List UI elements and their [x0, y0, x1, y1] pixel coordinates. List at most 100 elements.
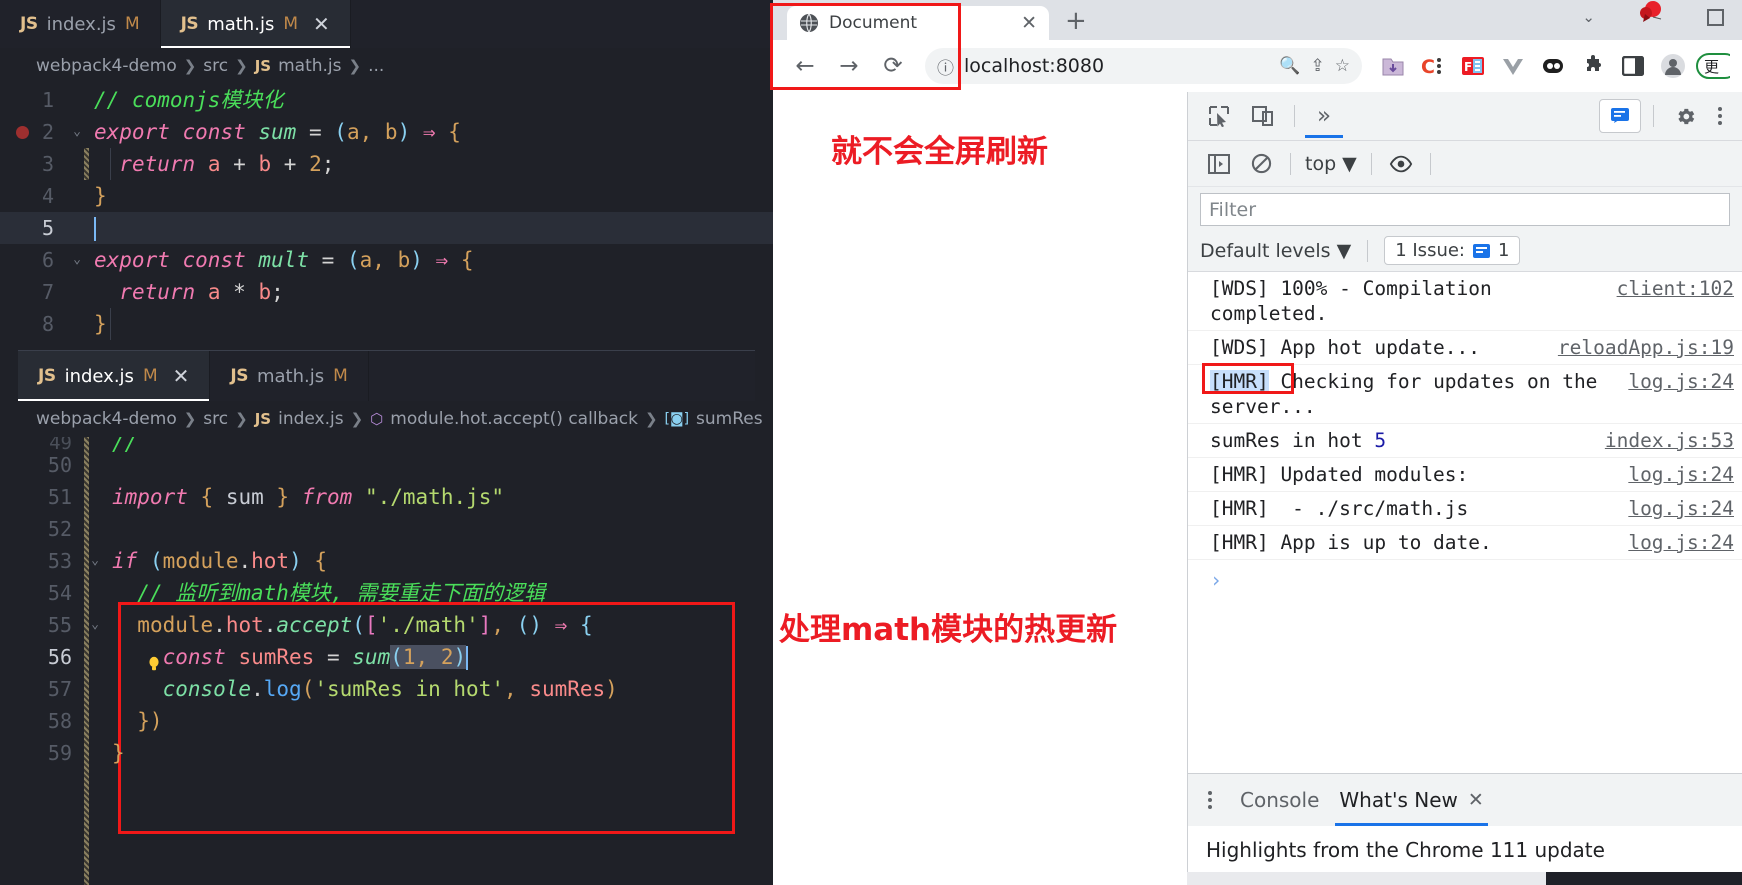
- message-source-link[interactable]: log.js:24: [1628, 496, 1734, 521]
- screen-root: JS index.js M JS math.js M ✕ webpack4-de…: [0, 0, 1742, 885]
- vue-devtools-icon[interactable]: [1496, 49, 1530, 83]
- profile-pill-icon[interactable]: 更: [1696, 49, 1730, 83]
- line-number: 2: [41, 120, 54, 144]
- close-icon[interactable]: ✕: [173, 366, 190, 386]
- extensions-puzzle-icon[interactable]: [1576, 49, 1610, 83]
- code-line: 58 }): [18, 705, 755, 737]
- download-folder-icon[interactable]: [1376, 49, 1410, 83]
- chevron-right-icon: ❯: [644, 410, 658, 428]
- breadcrumb-item[interactable]: index.js: [278, 409, 344, 429]
- console-message[interactable]: [WDS] 100% - Compilation completed. clie…: [1188, 272, 1742, 331]
- breadcrumb-item[interactable]: sumRes: [696, 409, 763, 429]
- code-line: 57 console.log('sumRes in hot', sumRes): [18, 673, 755, 705]
- message-source-link[interactable]: client:102: [1617, 276, 1734, 301]
- editor-tab-math-js[interactable]: JS math.js M ✕: [160, 0, 351, 48]
- close-icon[interactable]: ✕: [313, 14, 330, 34]
- gear-icon[interactable]: [1666, 99, 1704, 133]
- page-annotation-text: 就不会全屏刷新: [831, 134, 1048, 170]
- console-message[interactable]: sumRes in hot 5 index.js:53: [1188, 424, 1742, 458]
- breadcrumb-upper: webpack4-demo ❯ src ❯ JS math.js ❯ ...: [0, 48, 773, 84]
- new-tab-button[interactable]: +: [1065, 6, 1087, 36]
- fold-chevron-icon[interactable]: ⌄: [66, 116, 88, 148]
- dark-reader-icon[interactable]: [1536, 49, 1570, 83]
- more-panels-button[interactable]: »: [1304, 103, 1344, 138]
- line-number: 1: [41, 88, 54, 112]
- editor-tab-math-js-lower[interactable]: JS math.js M: [210, 351, 369, 401]
- breadcrumb-item[interactable]: webpack4-demo: [36, 56, 177, 76]
- chat-bubble-icon[interactable]: [1599, 99, 1641, 133]
- breadcrumb-item[interactable]: module.hot.accept() callback: [390, 409, 638, 429]
- breadcrumb-item[interactable]: src: [203, 56, 228, 76]
- fold-chevron-icon[interactable]: ⌄: [84, 545, 106, 577]
- profile-avatar-icon[interactable]: [1656, 49, 1690, 83]
- share-icon[interactable]: ⇪: [1311, 56, 1325, 76]
- line-number: 55: [47, 613, 72, 637]
- chevron-right-icon: ❯: [235, 57, 248, 75]
- filter-row: Filter: [1188, 187, 1742, 230]
- side-panel-icon[interactable]: [1616, 49, 1650, 83]
- message-source-link[interactable]: log.js:24: [1628, 530, 1734, 555]
- chevron-down-icon[interactable]: ⌄: [1582, 8, 1595, 26]
- filter-input[interactable]: Filter: [1200, 193, 1730, 226]
- maximize-icon[interactable]: [1707, 8, 1724, 26]
- log-levels-selector[interactable]: Default levels ▼: [1200, 240, 1351, 262]
- console-sidebar-icon[interactable]: [1200, 147, 1238, 181]
- console-message[interactable]: [HMR] - ./src/math.js log.js:24: [1188, 492, 1742, 526]
- editor-tab-index-js[interactable]: JS index.js M: [0, 0, 161, 48]
- line-content: export const sum = (a, b) ⇒ {: [94, 120, 461, 144]
- kebab-menu-icon[interactable]: [1710, 107, 1730, 125]
- editor-code-upper[interactable]: 1 // comonjs模块化 2 ⌄ export const sum = (…: [0, 84, 773, 346]
- console-message[interactable]: [WDS] App hot update... reloadApp.js:19: [1188, 331, 1742, 365]
- breakpoint-dot-icon[interactable]: [16, 126, 29, 139]
- execution-context-selector[interactable]: top ▼: [1301, 153, 1361, 175]
- context-label: top: [1305, 152, 1337, 175]
- fold-chevron-icon[interactable]: ⌄: [84, 609, 106, 641]
- console-message-highlighted[interactable]: [HMR] Checking for updates on the server…: [1188, 363, 1742, 424]
- star-icon[interactable]: ☆: [1335, 56, 1350, 76]
- tab-modified-badge: M: [283, 14, 298, 34]
- message-source-link[interactable]: reloadApp.js:19: [1558, 335, 1734, 360]
- breadcrumb-item[interactable]: ...: [368, 56, 384, 76]
- message-text: [WDS] App hot update...: [1210, 336, 1481, 359]
- lightbulb-quickfix-icon[interactable]: [146, 649, 162, 671]
- editor-tab-index-js-lower[interactable]: JS index.js M ✕: [18, 351, 211, 401]
- console-message[interactable]: [HMR] App is up to date. log.js:24: [1188, 526, 1742, 560]
- close-icon[interactable]: ✕: [1021, 12, 1037, 34]
- line-number: 52: [47, 517, 72, 541]
- console-message[interactable]: [HMR] Updated modules: log.js:24: [1188, 458, 1742, 492]
- code-line: 52: [18, 513, 755, 545]
- address-bar[interactable]: ⓘ localhost:8080 🔍 ⇪ ☆: [925, 48, 1362, 84]
- fold-chevron-icon[interactable]: ⌄: [66, 244, 88, 276]
- tab-label: math.js: [207, 13, 275, 35]
- cursor-balloon-graphic: [1633, 0, 1669, 34]
- code-line: 54 // 监听到math模块, 需要重走下面的逻辑: [18, 577, 755, 609]
- line-content: console.log('sumRes in hot', sumRes): [162, 677, 618, 701]
- clear-console-icon[interactable]: [1242, 147, 1280, 181]
- console-prompt[interactable]: ›: [1188, 560, 1742, 600]
- close-icon[interactable]: ✕: [1468, 789, 1484, 811]
- console-message-list[interactable]: [WDS] 100% - Compilation completed. clie…: [1188, 272, 1742, 773]
- live-expression-icon[interactable]: [1382, 147, 1420, 181]
- chevron-right-icon: ❯: [235, 410, 248, 428]
- issue-badge-icon: [1473, 243, 1490, 258]
- message-source-link[interactable]: log.js:24: [1628, 462, 1734, 487]
- editor-code-lower[interactable]: 49 // 50 51 import { sum } from "./math.…: [18, 437, 755, 885]
- fe-extension-icon[interactable]: F: [1456, 49, 1490, 83]
- line-number: 58: [47, 709, 72, 733]
- breadcrumb-item[interactable]: math.js: [278, 56, 341, 76]
- message-source-link[interactable]: log.js:24: [1628, 369, 1734, 394]
- devtools-toolbar: »: [1188, 92, 1742, 141]
- c-extension-icon[interactable]: C: [1416, 49, 1450, 83]
- drawer-tab-whats-new[interactable]: What's New ✕: [1335, 774, 1489, 826]
- levels-row: Default levels ▼ 1 Issue: 1: [1188, 230, 1742, 272]
- inspect-element-icon[interactable]: [1200, 99, 1238, 133]
- issues-button[interactable]: 1 Issue: 1: [1384, 236, 1521, 265]
- breadcrumb-item[interactable]: webpack4-demo: [36, 409, 177, 429]
- drawer-menu-icon[interactable]: [1200, 791, 1220, 809]
- code-line: 59 }: [18, 737, 755, 769]
- zoom-in-icon[interactable]: 🔍: [1279, 56, 1300, 76]
- drawer-tab-console[interactable]: Console: [1240, 774, 1319, 826]
- breadcrumb-item[interactable]: src: [203, 409, 228, 429]
- device-toolbar-icon[interactable]: [1244, 99, 1282, 133]
- message-source-link[interactable]: index.js:53: [1605, 428, 1734, 453]
